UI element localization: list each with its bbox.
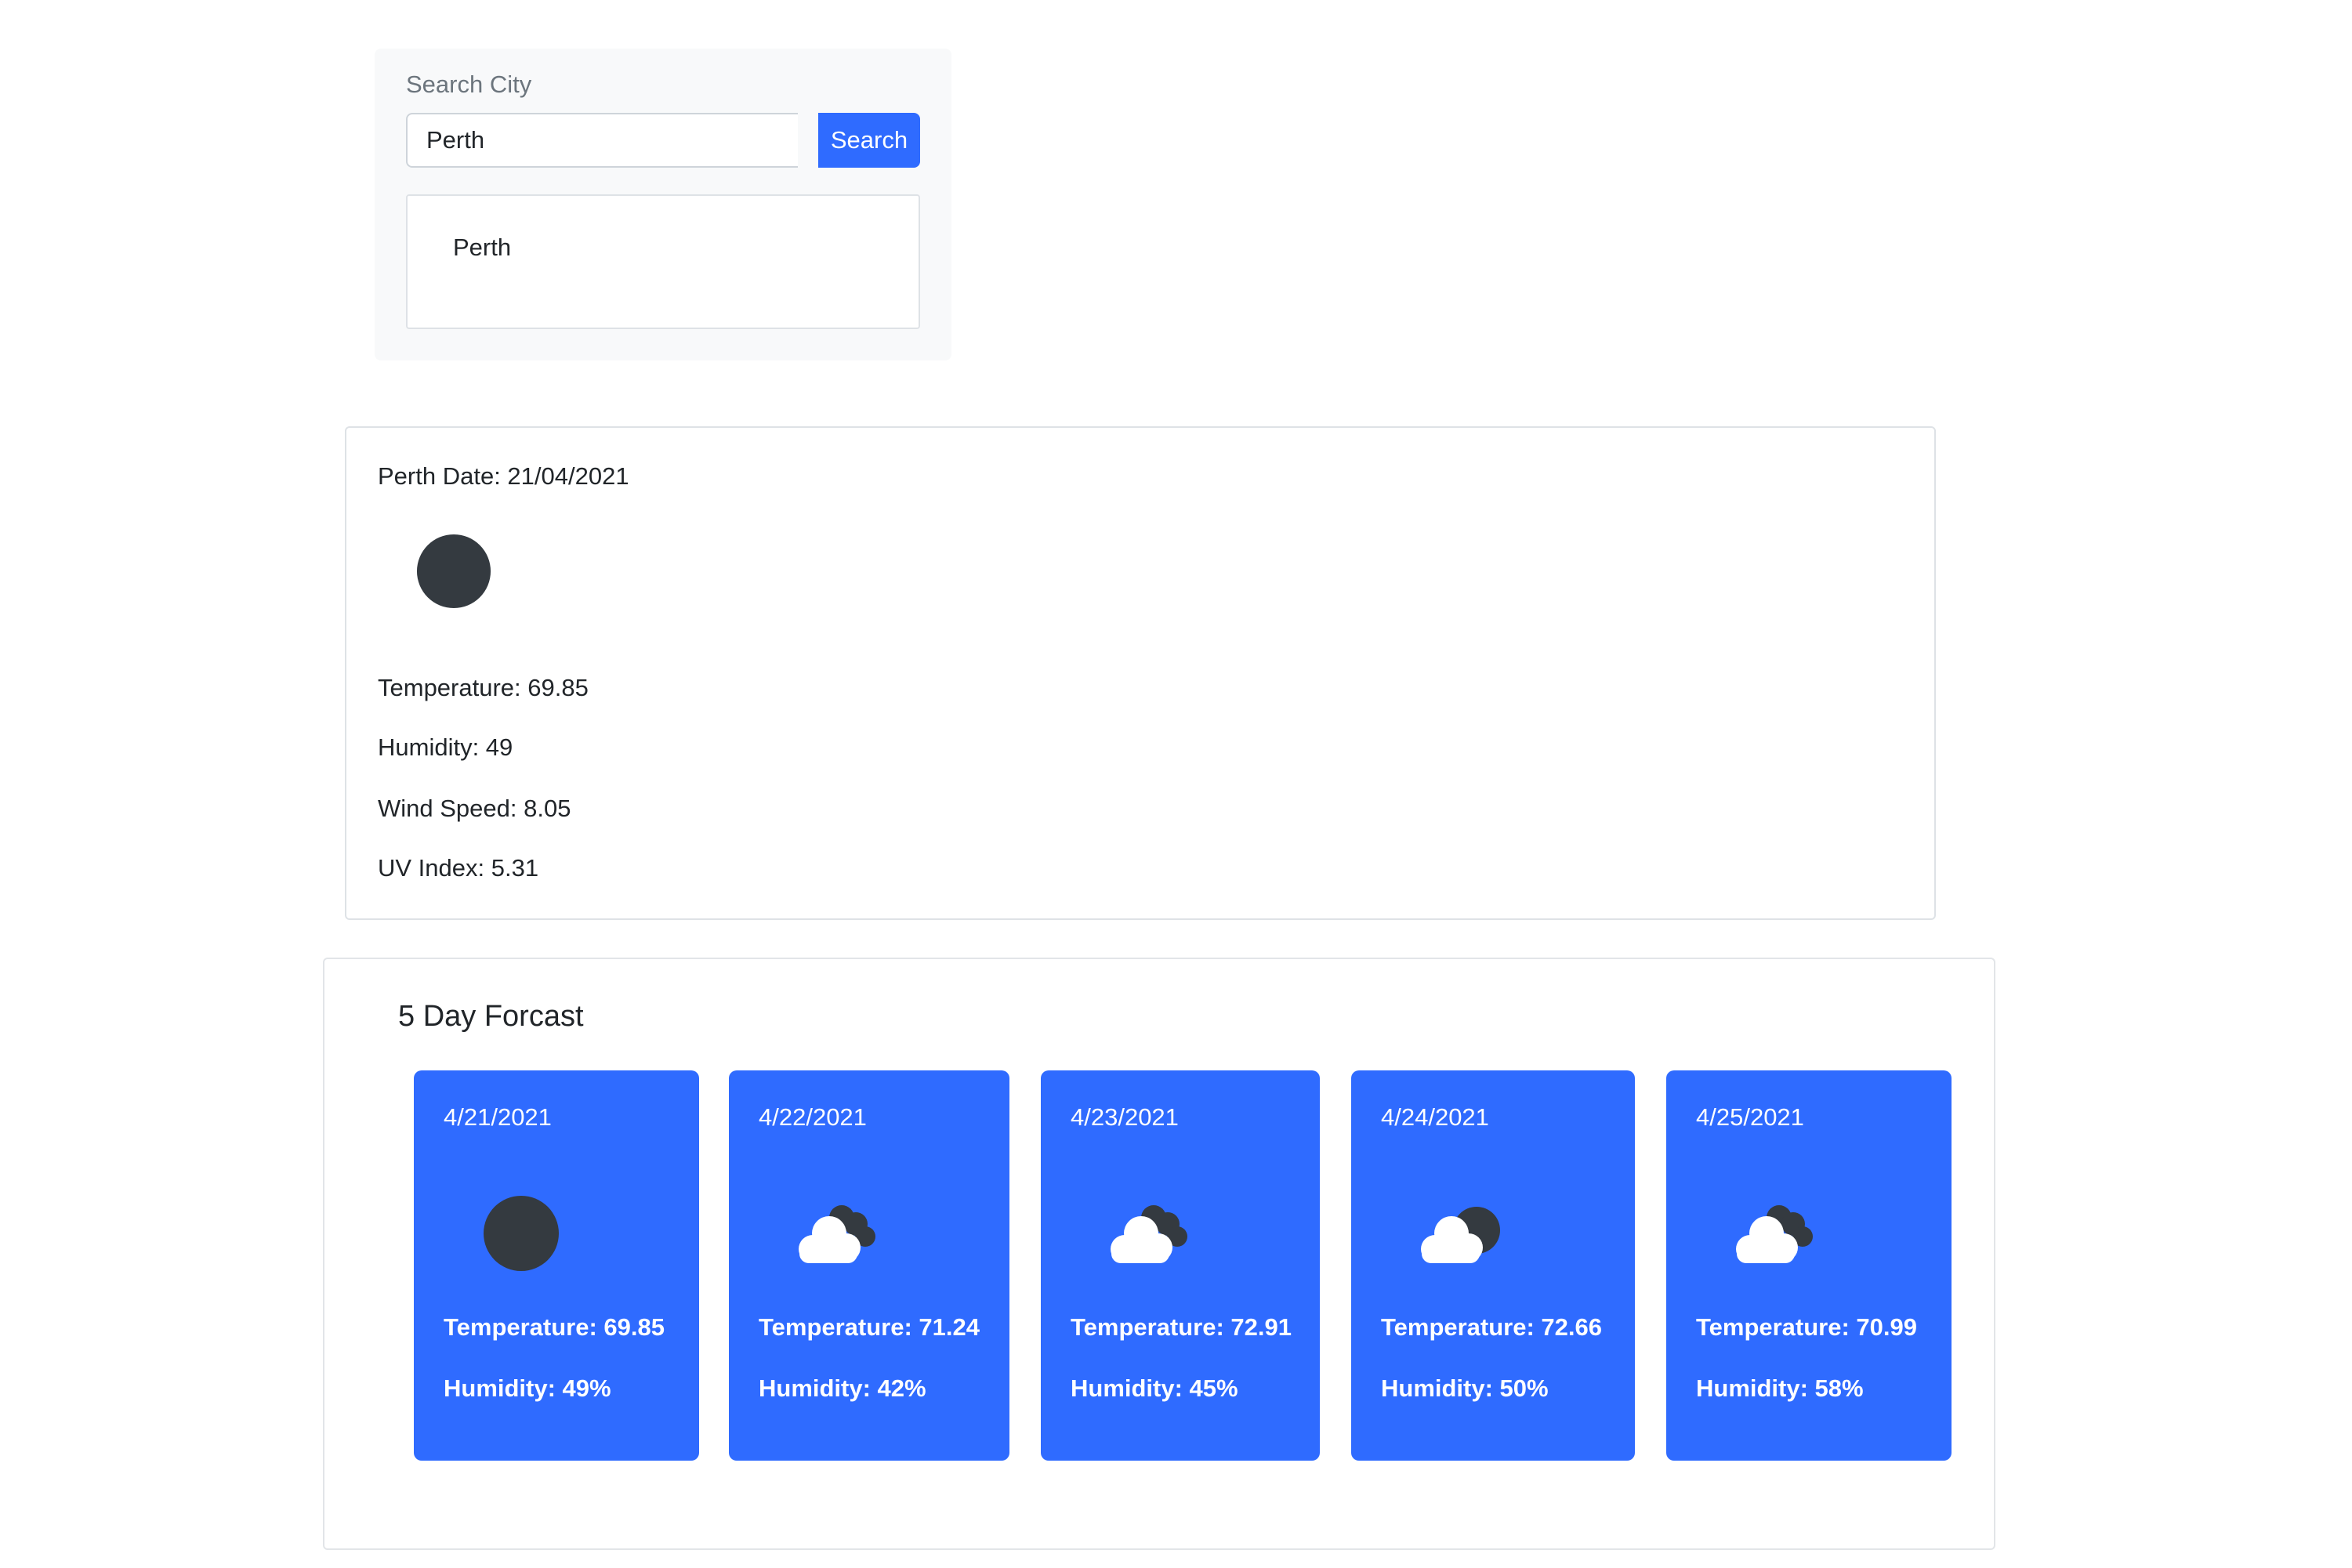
forecast-panel: 5 Day Forcast 4/21/2021 Temperature: 69.… <box>323 958 1995 1550</box>
forecast-date: 4/21/2021 <box>444 1103 552 1131</box>
forecast-temperature: Temperature: 69.85 <box>444 1313 665 1341</box>
search-history-item[interactable]: Perth <box>453 234 511 262</box>
current-temperature: Temperature: 69.85 <box>378 674 589 701</box>
forecast-temperature: Temperature: 72.91 <box>1071 1313 1292 1341</box>
search-panel: Search City Search Perth <box>375 49 951 360</box>
cloudy-night-icon <box>1736 1205 1813 1263</box>
current-wind-speed: Wind Speed: 8.05 <box>378 795 571 822</box>
forecast-card: 4/22/2021 Temperature: 71.24 Humidity: 4… <box>729 1070 1009 1461</box>
current-weather-card: Perth Date: 21/04/2021 Temperature: 69.8… <box>345 426 1936 920</box>
search-button[interactable]: Search <box>818 113 920 168</box>
current-uv-index: UV Index: 5.31 <box>378 854 539 882</box>
search-label: Search City <box>406 71 532 98</box>
forecast-temperature: Temperature: 71.24 <box>759 1313 980 1341</box>
forecast-card: 4/21/2021 Temperature: 69.85 Humidity: 4… <box>414 1070 699 1461</box>
search-history-list: Perth <box>406 194 920 329</box>
partly-cloudy-night-icon <box>1421 1207 1500 1263</box>
forecast-title: 5 Day Forcast <box>398 1000 584 1033</box>
forecast-temperature: Temperature: 72.66 <box>1381 1313 1602 1341</box>
forecast-humidity: Humidity: 50% <box>1381 1374 1549 1402</box>
moon-icon <box>416 534 491 609</box>
forecast-date: 4/24/2021 <box>1381 1103 1489 1131</box>
search-input[interactable] <box>406 113 798 168</box>
forecast-card: 4/24/2021 Temperature: 72.66 Humidity: 5… <box>1351 1070 1635 1461</box>
forecast-card: 4/23/2021 Temperature: 72.91 Humidity: 4… <box>1041 1070 1320 1461</box>
forecast-card: 4/25/2021 Temperature: 70.99 Humidity: 5… <box>1666 1070 1952 1461</box>
forecast-humidity: Humidity: 45% <box>1071 1374 1238 1402</box>
current-humidity: Humidity: 49 <box>378 733 513 761</box>
forecast-date: 4/25/2021 <box>1696 1103 1804 1131</box>
forecast-humidity: Humidity: 58% <box>1696 1374 1864 1402</box>
cloudy-night-icon <box>1111 1205 1187 1263</box>
current-heading: Perth Date: 21/04/2021 <box>378 462 629 490</box>
forecast-date: 4/22/2021 <box>759 1103 867 1131</box>
forecast-humidity: Humidity: 49% <box>444 1374 611 1402</box>
forecast-date: 4/23/2021 <box>1071 1103 1179 1131</box>
cloudy-night-icon <box>799 1205 875 1263</box>
forecast-temperature: Temperature: 70.99 <box>1696 1313 1917 1341</box>
moon-icon <box>484 1196 559 1271</box>
forecast-humidity: Humidity: 42% <box>759 1374 926 1402</box>
